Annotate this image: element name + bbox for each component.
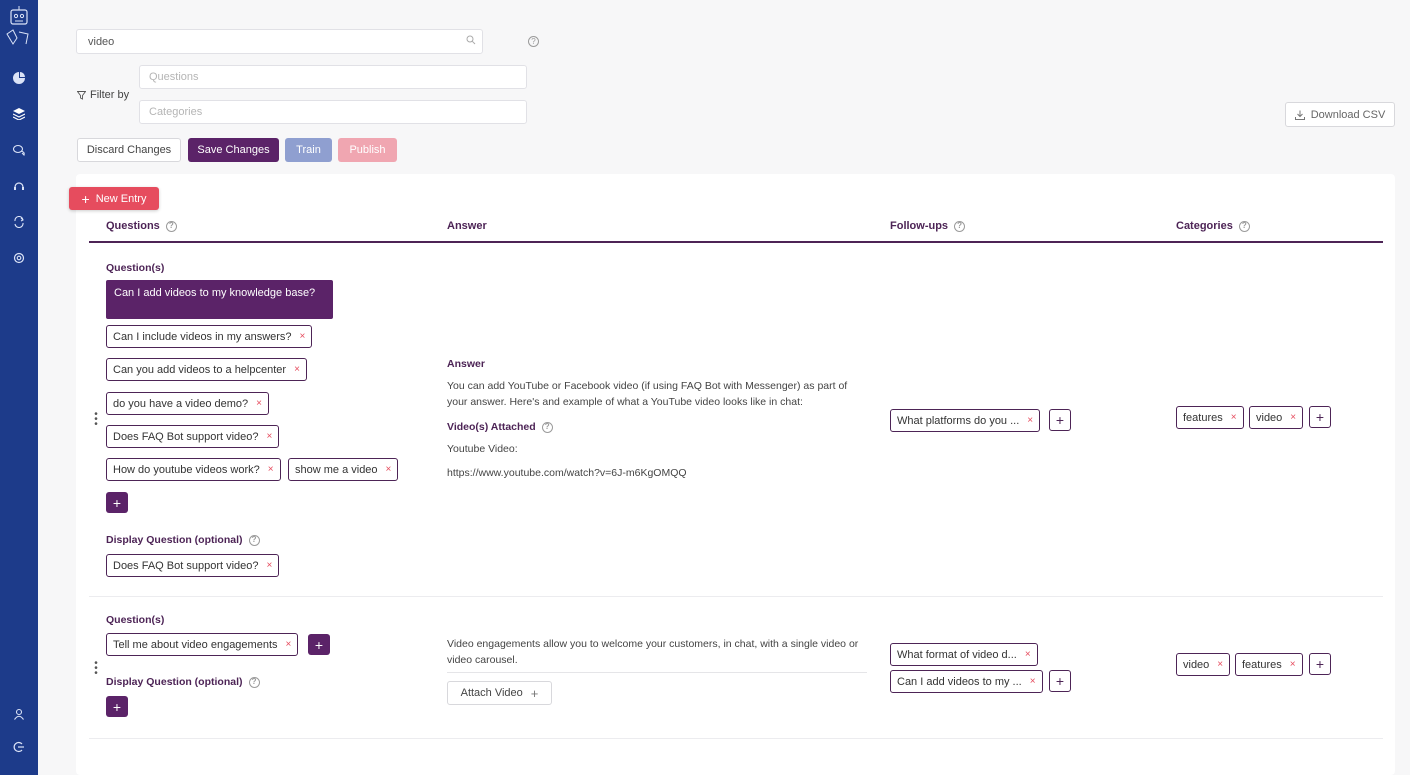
support-headset-icon[interactable] bbox=[9, 176, 29, 196]
help-icon[interactable]: ? bbox=[248, 676, 260, 688]
category-chip[interactable]: video × bbox=[1249, 406, 1304, 429]
dashboard-pie-icon[interactable] bbox=[9, 68, 29, 88]
header-categories: Categories ? bbox=[1176, 220, 1250, 232]
settings-gear-icon[interactable] bbox=[9, 248, 29, 268]
integrations-sync-icon[interactable] bbox=[9, 212, 29, 232]
discard-changes-button[interactable]: Discard Changes bbox=[77, 138, 181, 162]
help-icon[interactable]: ? bbox=[165, 220, 177, 232]
remove-icon[interactable]: × bbox=[286, 639, 292, 650]
remove-icon[interactable]: × bbox=[294, 364, 300, 375]
filter-categories-input[interactable] bbox=[140, 101, 526, 123]
question-chip[interactable]: Can I include videos in my answers? × bbox=[106, 325, 313, 348]
header-followups: Follow-ups ? bbox=[890, 220, 966, 232]
add-question-button[interactable]: + bbox=[308, 634, 330, 655]
new-entry-button[interactable]: + New Entry bbox=[69, 187, 159, 210]
question-chip[interactable]: Tell me about video engagements × bbox=[106, 633, 299, 656]
user-profile-icon[interactable] bbox=[9, 704, 29, 724]
filter-funnel-icon bbox=[77, 90, 86, 100]
add-category-button[interactable]: + bbox=[1309, 653, 1331, 675]
remove-icon[interactable]: × bbox=[300, 331, 306, 342]
entry2-questions-label: Question(s) bbox=[106, 614, 165, 626]
add-category-button[interactable]: + bbox=[1309, 406, 1331, 428]
question-chip[interactable]: Can you add videos to a helpcenter × bbox=[106, 358, 307, 381]
add-followup-button[interactable]: + bbox=[1049, 409, 1071, 431]
train-button[interactable]: Train bbox=[285, 138, 332, 162]
remove-icon[interactable]: × bbox=[256, 398, 262, 409]
save-changes-button[interactable]: Save Changes bbox=[188, 138, 279, 162]
download-icon bbox=[1294, 110, 1305, 120]
filter-label: Filter by bbox=[77, 89, 129, 101]
conversations-icon[interactable] bbox=[9, 140, 29, 160]
followup-chip[interactable]: What format of video d... × bbox=[890, 643, 1038, 666]
followup-chip[interactable]: What platforms do you ... × bbox=[890, 409, 1041, 432]
publish-button[interactable]: Publish bbox=[338, 138, 397, 162]
knowledge-base-layers-icon[interactable] bbox=[9, 104, 29, 124]
display-question-chip[interactable]: Does FAQ Bot support video? × bbox=[106, 554, 280, 577]
help-icon[interactable]: ? bbox=[1238, 220, 1250, 232]
remove-icon[interactable]: × bbox=[1217, 659, 1223, 670]
header-answer: Answer bbox=[447, 220, 487, 232]
remove-icon[interactable]: × bbox=[268, 464, 274, 475]
search-input[interactable] bbox=[77, 30, 460, 53]
entry1-questions-label: Question(s) bbox=[106, 262, 165, 274]
logout-icon[interactable] bbox=[9, 737, 29, 757]
row-divider bbox=[89, 596, 1383, 597]
video-url[interactable]: https://www.youtube.com/watch?v=6J-m6KgO… bbox=[447, 465, 687, 481]
active-question-input[interactable]: Can I add videos to my knowledge base? bbox=[106, 280, 333, 319]
question-chip[interactable]: do you have a video demo? × bbox=[106, 392, 269, 415]
question-chip[interactable]: show me a video × bbox=[288, 458, 399, 481]
display-question-label: Display Question (optional) ? bbox=[106, 534, 260, 546]
sidebar bbox=[0, 0, 38, 775]
row-divider bbox=[89, 738, 1383, 739]
remove-icon[interactable]: × bbox=[1027, 415, 1033, 426]
category-chip[interactable]: video × bbox=[1176, 653, 1231, 676]
add-followup-button[interactable]: + bbox=[1049, 670, 1071, 692]
category-chip[interactable]: features × bbox=[1235, 653, 1303, 676]
plus-icon: + bbox=[530, 685, 539, 701]
add-question-button[interactable]: + bbox=[106, 492, 128, 513]
remove-icon[interactable]: × bbox=[267, 431, 273, 442]
remove-icon[interactable]: × bbox=[1290, 659, 1296, 670]
faq-bot-logo[interactable] bbox=[4, 4, 34, 48]
help-icon[interactable]: ? bbox=[954, 220, 966, 232]
question-chip[interactable]: How do youtube videos work? × bbox=[106, 458, 281, 481]
answer-divider bbox=[447, 672, 867, 673]
display-question-label: Display Question (optional) ? bbox=[106, 676, 260, 688]
search-icon[interactable] bbox=[460, 35, 482, 48]
remove-icon[interactable]: × bbox=[267, 560, 273, 571]
remove-icon[interactable]: × bbox=[1290, 412, 1296, 423]
header-divider bbox=[89, 241, 1383, 243]
entry2-answer-text[interactable]: Video engagements allow you to welcome y… bbox=[447, 636, 858, 668]
drag-handle-icon[interactable]: • • • bbox=[93, 410, 99, 430]
remove-icon[interactable]: × bbox=[1030, 676, 1036, 687]
header-questions: Questions ? bbox=[106, 220, 177, 232]
remove-icon[interactable]: × bbox=[1231, 412, 1237, 423]
drag-handle-icon[interactable]: • • • bbox=[93, 659, 99, 679]
entry1-answer-text[interactable]: You can add YouTube or Facebook video (i… bbox=[447, 378, 847, 410]
question-chip[interactable]: Does FAQ Bot support video? × bbox=[106, 425, 280, 448]
help-icon[interactable]: ? bbox=[248, 534, 260, 546]
search-box bbox=[76, 29, 483, 54]
plus-icon: + bbox=[81, 190, 90, 207]
download-csv-button[interactable]: Download CSV bbox=[1285, 102, 1395, 127]
category-chip[interactable]: features × bbox=[1176, 406, 1244, 429]
attach-video-button[interactable]: Attach Video + bbox=[447, 681, 552, 705]
entry1-answer-label: Answer bbox=[447, 358, 485, 370]
remove-icon[interactable]: × bbox=[1025, 649, 1031, 660]
video-type-label: Youtube Video: bbox=[447, 443, 518, 455]
add-display-question-button[interactable]: + bbox=[106, 696, 128, 717]
search-help-icon[interactable]: ? bbox=[528, 36, 539, 47]
videos-attached-label: Video(s) Attached ? bbox=[447, 421, 553, 433]
remove-icon[interactable]: × bbox=[386, 464, 392, 475]
filter-questions-field bbox=[139, 65, 527, 89]
filter-categories-field bbox=[139, 100, 527, 124]
followup-chip[interactable]: Can I add videos to my ... × bbox=[890, 670, 1043, 693]
help-icon[interactable]: ? bbox=[541, 421, 553, 433]
filter-questions-input[interactable] bbox=[140, 66, 526, 88]
